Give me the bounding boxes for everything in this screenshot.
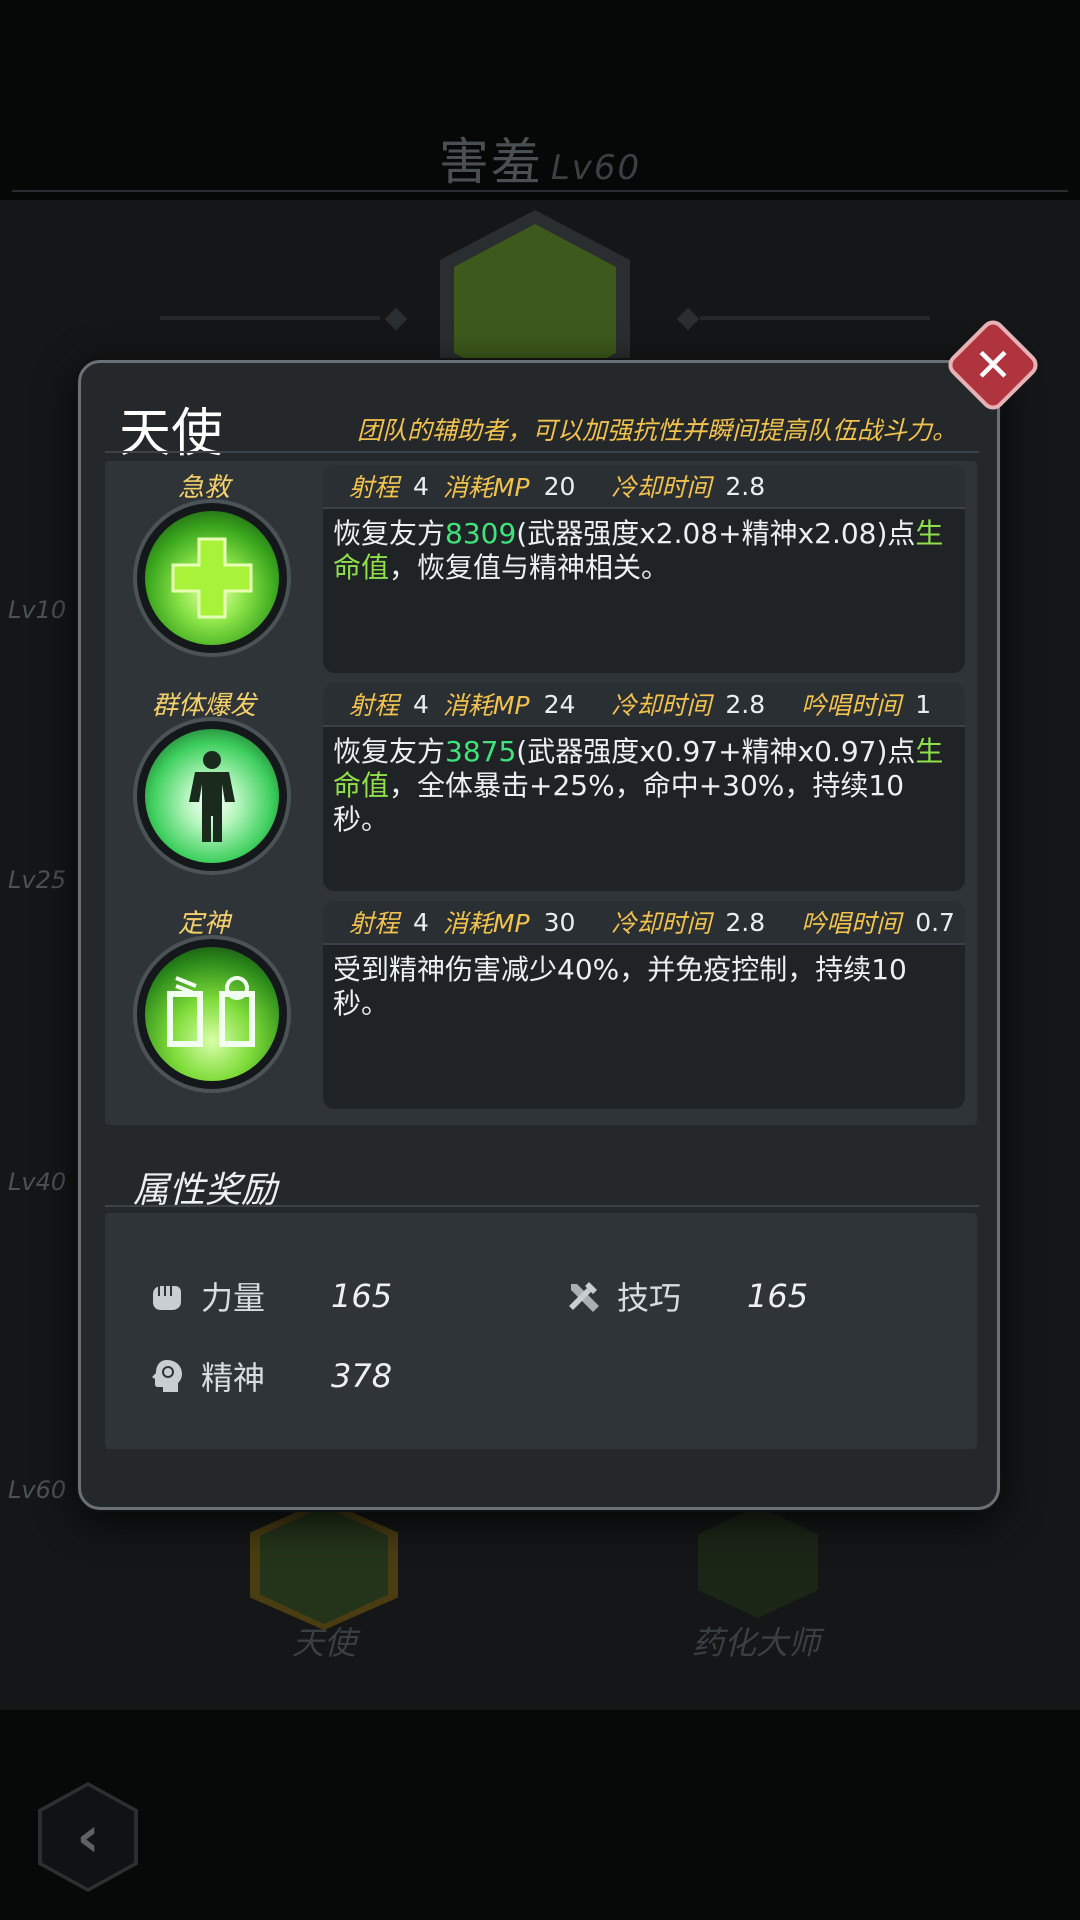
skills-panel: 急救 射程 4 消耗MP 20 冷却时间 2.8 恢复友方8309(武器强度x2 [105,461,977,1125]
class-label-alchemist[interactable]: 药化大师 [692,1618,820,1664]
skill-description: 恢复友方8309(武器强度x2.08+精神x2.08)点生命值，恢复值与精神相关… [323,509,965,585]
tree-line-left [160,316,380,320]
range-label: 射程 [349,691,400,720]
skill-detail-box: 射程 4 消耗MP 30 冷却时间 2.8 吟唱时间 0.7 受到精神伤害减少4… [323,901,965,1109]
skill-stats: 射程 4 消耗MP 20 冷却时间 2.8 [323,465,965,509]
attribute-row: 力量 165 [147,1273,392,1319]
hands-shape [167,976,255,1047]
skill-description: 恢复友方3875(武器强度x0.97+精神x0.97)点生命值，全体暴击+25%… [323,727,965,837]
attribute-value: 165 [747,1277,809,1315]
mp-value: 30 [543,907,576,937]
dialog-description: 团队的辅助者，可以加强抗性并瞬间提高队伍战斗力。 [356,416,957,445]
header-divider [12,190,1068,192]
desc-text: ，恢复值与精神相关。 [389,551,670,584]
close-icon[interactable]: ✕ [958,330,1028,400]
range-value: 4 [413,471,429,501]
skill-row: 定神 射程 4 消耗MP 30 冷却时间 2.8 吟唱时间 0.7 受到精神伤害… [105,897,977,1113]
attribute-label: 精神 [201,1359,266,1397]
group-burst-icon[interactable] [133,717,291,875]
fist-icon [153,1286,181,1310]
chevron-left-icon: ‹ [42,1786,134,1888]
range-value: 4 [413,907,429,937]
desc-text: ，全体暴击+25%，命中+30%，持续10秒。 [333,769,905,836]
mp-value: 20 [543,471,576,501]
title-divider [105,451,979,453]
desc-text: 恢复友方 [333,735,446,768]
skill-stats: 射程 4 消耗MP 24 冷却时间 2.8 吟唱时间 1 [323,683,965,727]
cooldown-label: 冷却时间 [611,909,712,938]
skill-detail-box: 射程 4 消耗MP 24 冷却时间 2.8 吟唱时间 1 恢复友方3875(武器… [323,683,965,891]
cooldown-value: 2.8 [725,471,766,501]
heal-amount: 8309 [445,517,517,550]
range-label: 射程 [349,473,400,502]
skill-detail-box: 射程 4 消耗MP 20 冷却时间 2.8 恢复友方8309(武器强度x2.08… [323,465,965,673]
character-name: 害羞 [438,133,543,191]
attribute-label: 技巧 [617,1279,682,1317]
cross-shape [171,537,253,619]
mp-label: 消耗MP [442,473,530,502]
character-level: Lv60 [550,148,642,188]
attributes-panel: 力量 165 技巧 165 精神 378 [105,1213,977,1449]
cast-label: 吟唱时间 [801,909,902,938]
head-mind-icon [152,1360,182,1392]
desc-text: 恢复友方 [333,517,446,550]
tier-level-label: Lv60 [8,1476,67,1504]
heal-amount: 3875 [445,735,517,768]
bottom-bar [0,1710,1080,1920]
attribute-row: 精神 378 [147,1353,392,1399]
skill-row: 急救 射程 4 消耗MP 20 冷却时间 2.8 恢复友方8309(武器强度x2 [105,461,977,677]
cross-heal-icon[interactable] [133,499,291,657]
cooldown-value: 2.8 [725,689,766,719]
dialog-title: 天使 [119,404,224,464]
cooldown-label: 冷却时间 [611,473,712,502]
attribute-value: 165 [331,1277,393,1315]
skill-row: 群体爆发 射程 4 消耗MP 24 冷却时间 2.8 吟唱时间 1 恢复友方38… [105,679,977,895]
attribute-value: 378 [331,1357,393,1395]
attribute-row: 技巧 165 [563,1273,808,1319]
attribute-label: 力量 [201,1279,266,1317]
mp-label: 消耗MP [442,691,530,720]
class-detail-dialog: 天使 团队的辅助者，可以加强抗性并瞬间提高队伍战斗力。 急救 射程 4 消耗MP… [78,360,1000,1510]
tier-level-label: Lv10 [8,596,67,624]
cooldown-label: 冷却时间 [611,691,712,720]
tools-icon [569,1282,599,1312]
cooldown-value: 2.8 [725,907,766,937]
character-header: 害羞 Lv60 [0,122,1080,194]
tier-level-label: Lv25 [8,866,67,894]
desc-text: (武器强度x2.08+精神x2.08)点 [516,517,916,550]
figure-shape [189,751,235,842]
range-value: 4 [413,689,429,719]
attributes-divider [105,1205,979,1207]
cast-value: 0.7 [915,907,955,937]
calm-mind-icon[interactable] [133,935,291,1093]
mp-label: 消耗MP [442,909,530,938]
mp-value: 24 [543,689,576,719]
cast-label: 吟唱时间 [801,691,902,720]
class-label-angel[interactable]: 天使 [292,1618,356,1664]
tier-level-label: Lv40 [8,1168,67,1196]
tree-line-right [700,316,930,320]
cast-value: 1 [915,689,932,719]
skill-stats: 射程 4 消耗MP 30 冷却时间 2.8 吟唱时间 0.7 [323,901,965,945]
desc-text: (武器强度x0.97+精神x0.97)点 [516,735,916,768]
skill-description: 受到精神伤害减少40%，并免疫控制，持续10秒。 [333,953,907,1020]
angel-cross-icon [260,1506,388,1624]
range-label: 射程 [349,909,400,938]
